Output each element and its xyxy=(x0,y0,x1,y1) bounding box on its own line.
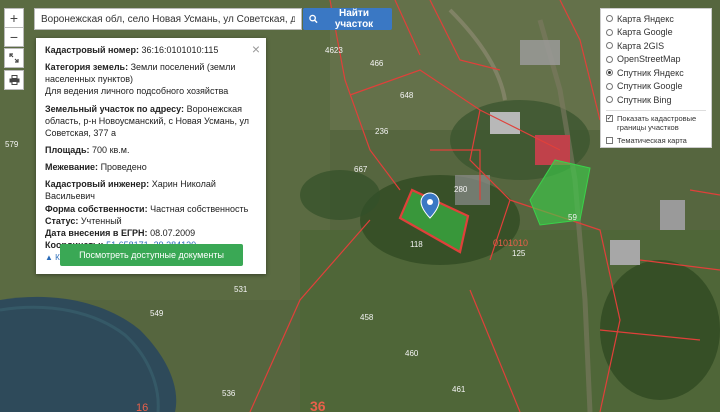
thematic-map-checkbox[interactable]: Тематическая карта xyxy=(606,136,706,145)
layer-label: Спутник Яндекс xyxy=(617,67,684,78)
map-label: 280 xyxy=(454,185,468,194)
ownership-label: Форма собственности: xyxy=(45,203,148,214)
plus-icon: + xyxy=(9,10,19,26)
map-label: 36 xyxy=(310,398,326,412)
map-label: 466 xyxy=(370,59,384,68)
survey-label: Межевание: xyxy=(45,162,99,173)
layer-label: Карта Яндекс xyxy=(617,13,674,24)
cadastral-number: 36:16:0101010:115 xyxy=(141,45,219,55)
map-label: 236 xyxy=(375,127,389,136)
find-parcel-button[interactable]: Найти участок xyxy=(303,8,392,30)
map-label: 461 xyxy=(452,385,466,394)
layer-option-yandex-satellite[interactable]: Спутник Яндекс xyxy=(606,66,706,80)
cadastral-number-label: Кадастровый номер: xyxy=(45,45,139,55)
map-label: 648 xyxy=(400,91,414,100)
show-boundaries-label: Показать кадастровые границы участков xyxy=(617,113,697,132)
radio-icon xyxy=(606,82,613,90)
zoom-out-button[interactable]: − xyxy=(4,27,24,47)
area: 700 кв.м. xyxy=(92,144,130,155)
show-boundaries-checkbox[interactable]: ✓ Показать кадастровые границы участков xyxy=(606,114,706,132)
map-label: 4623 xyxy=(325,46,343,55)
expand-icon xyxy=(9,53,19,63)
radio-icon xyxy=(606,15,613,23)
land-category-label: Категория земель: xyxy=(45,62,129,73)
land-use: Для ведения личного подсобного хозяйства xyxy=(45,86,229,97)
map-label: 579 xyxy=(5,140,19,149)
layer-option-yandex-map[interactable]: Карта Яндекс xyxy=(606,12,706,26)
area-label: Площадь: xyxy=(45,144,90,155)
survey: Проведено xyxy=(100,162,147,173)
fullscreen-button[interactable] xyxy=(4,48,24,68)
map-label: 118 xyxy=(410,240,423,249)
print-button[interactable] xyxy=(4,70,24,90)
search-icon xyxy=(309,14,318,24)
radio-icon xyxy=(606,42,613,50)
zoom-in-button[interactable]: + xyxy=(4,8,24,28)
search-input[interactable] xyxy=(34,8,302,30)
radio-icon xyxy=(606,28,613,36)
map-label: 667 xyxy=(354,165,368,174)
layer-option-google-satellite[interactable]: Спутник Google xyxy=(606,80,706,94)
layer-label: OpenStreetMap xyxy=(617,54,681,65)
layer-option-bing-satellite[interactable]: Спутник Bing xyxy=(606,93,706,107)
date-label: Дата внесения в ЕГРН: xyxy=(45,227,148,238)
find-parcel-label: Найти участок xyxy=(334,8,374,30)
view-documents-button[interactable]: Посмотреть доступные документы xyxy=(60,244,243,266)
status: Учтенный xyxy=(80,215,122,226)
map-label: 16 xyxy=(136,402,148,412)
thematic-map-label: Тематическая карта xyxy=(617,135,687,145)
layer-label: Карта 2GIS xyxy=(617,40,665,51)
engineer-label: Кадастровый инженер: xyxy=(45,179,150,190)
printer-icon xyxy=(9,75,19,85)
address-label: Земельный участок по адресу: xyxy=(45,103,185,114)
ownership: Частная собственность xyxy=(150,203,249,214)
map-label: 531 xyxy=(234,285,248,294)
radio-selected-icon xyxy=(606,69,613,77)
checkbox-icon xyxy=(606,136,613,144)
parcel-info-card: × Кадастровый номер: 36:16:0101010:115 К… xyxy=(36,38,266,274)
date: 08.07.2009 xyxy=(150,227,196,238)
layer-option-2gis-map[interactable]: Карта 2GIS xyxy=(606,39,706,53)
radio-icon xyxy=(606,96,613,104)
radio-icon xyxy=(606,55,613,63)
checkbox-checked-icon: ✓ xyxy=(606,114,613,122)
map-label: 59 xyxy=(568,213,577,222)
layer-option-openstreetmap[interactable]: OpenStreetMap xyxy=(606,53,706,67)
layer-label: Спутник Google xyxy=(617,81,683,92)
map-label: 125 xyxy=(512,249,526,258)
layer-switcher: Карта Яндекс Карта Google Карта 2GIS Ope… xyxy=(600,8,712,148)
layer-label: Спутник Bing xyxy=(617,94,672,105)
map-label: 458 xyxy=(360,313,374,322)
minus-icon: − xyxy=(9,29,19,45)
close-icon[interactable]: × xyxy=(252,40,260,59)
map-label: 549 xyxy=(150,309,164,318)
map-label: 0101010 xyxy=(493,238,528,248)
map-label: 536 xyxy=(222,389,236,398)
layer-option-google-map[interactable]: Карта Google xyxy=(606,26,706,40)
status-label: Статус: xyxy=(45,215,79,226)
layer-label: Карта Google xyxy=(617,27,673,38)
map-label: 460 xyxy=(405,349,419,358)
